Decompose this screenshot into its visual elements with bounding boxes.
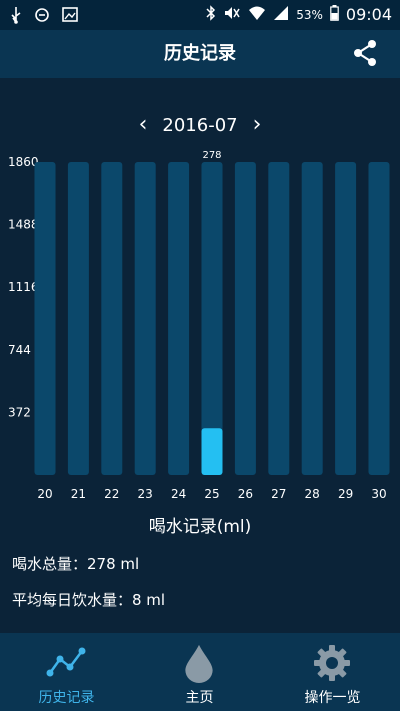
wifi-icon [248,5,266,24]
x-tick-label: 25 [204,487,219,501]
nav-label-home: 主页 [185,690,214,706]
bar-track-20 [34,162,56,475]
bar-track-21 [67,162,89,475]
status-left-icons [10,6,78,30]
signal-icon [273,5,289,24]
bar-track-26 [234,162,256,475]
battery-icon [330,5,339,24]
battery-percent: 53% [296,7,323,22]
average-intake-text: 平均每日饮水量：8 ml [12,591,166,609]
nav-tab-history[interactable]: 历史记录 [0,633,133,711]
y-tick-label: 1860 [8,155,39,169]
next-month-button[interactable]: › [247,114,267,138]
x-tick-label: 30 [371,487,386,501]
nav-label-history: 历史记录 [38,690,95,706]
y-tick-label: 372 [8,405,31,419]
status-time: 09:04 [345,5,392,24]
x-tick-label: 24 [171,487,186,501]
data-label: 278 [202,150,221,161]
bottom-nav: 历史记录 主页 操作一览 [0,633,400,711]
status-right: 53% 09:04 [206,5,392,24]
x-tick-label: 20 [37,487,52,501]
bar-track-23 [134,162,156,475]
y-tick-label: 1116 [8,280,39,294]
sync-icon [34,6,50,30]
x-tick-label: 22 [104,487,119,501]
y-tick-label: 1488 [8,218,39,232]
chart-title: 喝水记录(ml) [148,517,252,537]
bar-track-30 [368,162,390,475]
total-intake-text: 喝水总量：278 ml [12,555,140,573]
water-drop-icon [185,644,213,683]
y-tick-label: 744 [8,343,31,357]
water-intake-chart: 1860 1488 1116 744 372 20 21 22 23 24 25 26 27 28 29 30… [8,150,390,501]
image-icon [62,6,78,30]
usb-icon [10,6,22,30]
gear-icon [314,645,350,681]
nav-tab-home[interactable]: 主页 [133,633,266,711]
mute-icon [223,5,241,24]
x-tick-label: 28 [305,487,320,501]
bar-track-24 [168,162,190,475]
bar-track-25 [201,162,223,475]
bar-track-22 [101,162,123,475]
status-bar: 53% 09:04 [0,0,400,30]
nav-tab-operations[interactable]: 操作一览 [266,633,399,711]
bluetooth-icon [206,5,216,24]
month-navigator: ‹ 2016-07 › [0,110,400,144]
current-month: 2016-07 [162,115,238,136]
share-icon[interactable] [350,38,380,68]
x-tick-label: 26 [238,487,253,501]
title-bar: 历史记录 [0,30,400,78]
bar-25[interactable] [201,428,223,475]
x-tick-label: 23 [138,487,153,501]
bar-track-27 [268,162,290,475]
x-tick-label: 27 [271,487,286,501]
x-tick-label: 21 [71,487,86,501]
nav-label-operations: 操作一览 [304,690,361,706]
bar-track-28 [301,162,323,475]
prev-month-button[interactable]: ‹ [133,114,153,138]
x-tick-label: 29 [338,487,353,501]
page-title: 历史记录 [164,43,236,64]
bar-track-29 [335,162,357,475]
history-chart-icon [46,647,86,677]
